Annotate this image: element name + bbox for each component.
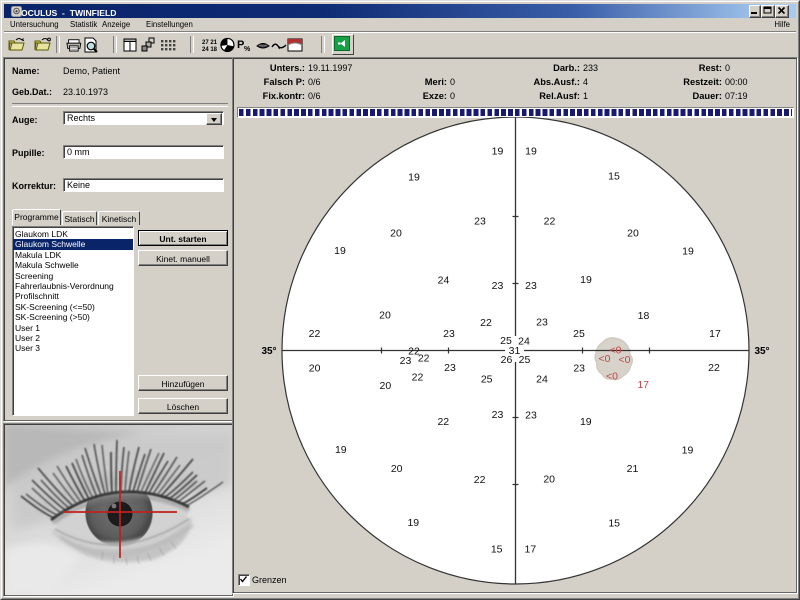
svg-text:23: 23 <box>443 328 455 340</box>
svg-text:15: 15 <box>608 171 620 183</box>
svg-text:22: 22 <box>418 353 430 365</box>
svg-text:23: 23 <box>525 410 537 422</box>
svg-text:<0: <0 <box>606 371 618 383</box>
svg-text:19: 19 <box>334 245 346 257</box>
svg-text:19: 19 <box>335 444 347 456</box>
svg-text:19: 19 <box>407 517 419 529</box>
svg-text:23: 23 <box>573 363 585 375</box>
svg-text:20: 20 <box>379 310 391 322</box>
svg-text:25: 25 <box>519 354 531 366</box>
svg-text:20: 20 <box>380 380 392 392</box>
svg-text:24: 24 <box>438 275 450 287</box>
svg-text:24 18: 24 18 <box>202 47 218 53</box>
svg-text:20: 20 <box>309 363 321 375</box>
svg-text:19: 19 <box>682 445 694 457</box>
svg-text:18: 18 <box>638 310 650 322</box>
svg-text:35°: 35° <box>261 346 276 357</box>
svg-text:22: 22 <box>544 216 556 228</box>
svg-text:26: 26 <box>501 354 513 366</box>
svg-text:21: 21 <box>627 463 639 475</box>
svg-text:24: 24 <box>536 374 548 386</box>
svg-text:22: 22 <box>412 372 424 384</box>
svg-text:%: % <box>244 46 251 53</box>
svg-text:23: 23 <box>444 362 456 374</box>
svg-text:19: 19 <box>580 274 592 286</box>
svg-text:20: 20 <box>390 228 402 240</box>
svg-text:23: 23 <box>474 216 486 228</box>
svg-text:23: 23 <box>492 280 504 292</box>
svg-text:15: 15 <box>608 517 620 529</box>
svg-text:22: 22 <box>480 317 492 329</box>
svg-text:19: 19 <box>580 416 592 428</box>
svg-text:19: 19 <box>408 172 420 184</box>
svg-text:17: 17 <box>709 328 721 340</box>
svg-text:25: 25 <box>573 328 585 340</box>
svg-text:17: 17 <box>637 379 649 391</box>
svg-text:19: 19 <box>682 246 694 258</box>
svg-text:23: 23 <box>492 409 504 421</box>
svg-text:23: 23 <box>525 280 537 292</box>
svg-text:<0: <0 <box>599 353 611 365</box>
svg-text:22: 22 <box>474 474 486 486</box>
svg-text:15: 15 <box>491 544 503 556</box>
svg-text:19: 19 <box>492 146 504 158</box>
svg-text:23: 23 <box>536 317 548 329</box>
svg-text:22: 22 <box>708 362 720 374</box>
svg-text:22: 22 <box>309 328 321 340</box>
svg-text:35°: 35° <box>754 346 769 357</box>
svg-text:20: 20 <box>391 463 403 475</box>
svg-text:20: 20 <box>627 228 639 240</box>
svg-text:<0: <0 <box>619 354 631 366</box>
svg-text:23: 23 <box>400 355 412 367</box>
svg-text:19: 19 <box>525 146 537 158</box>
svg-text:22: 22 <box>437 416 449 428</box>
svg-text:25: 25 <box>481 374 493 386</box>
svg-text:27 21: 27 21 <box>202 40 218 46</box>
svg-text:20: 20 <box>543 473 555 485</box>
svg-text:17: 17 <box>525 544 537 556</box>
